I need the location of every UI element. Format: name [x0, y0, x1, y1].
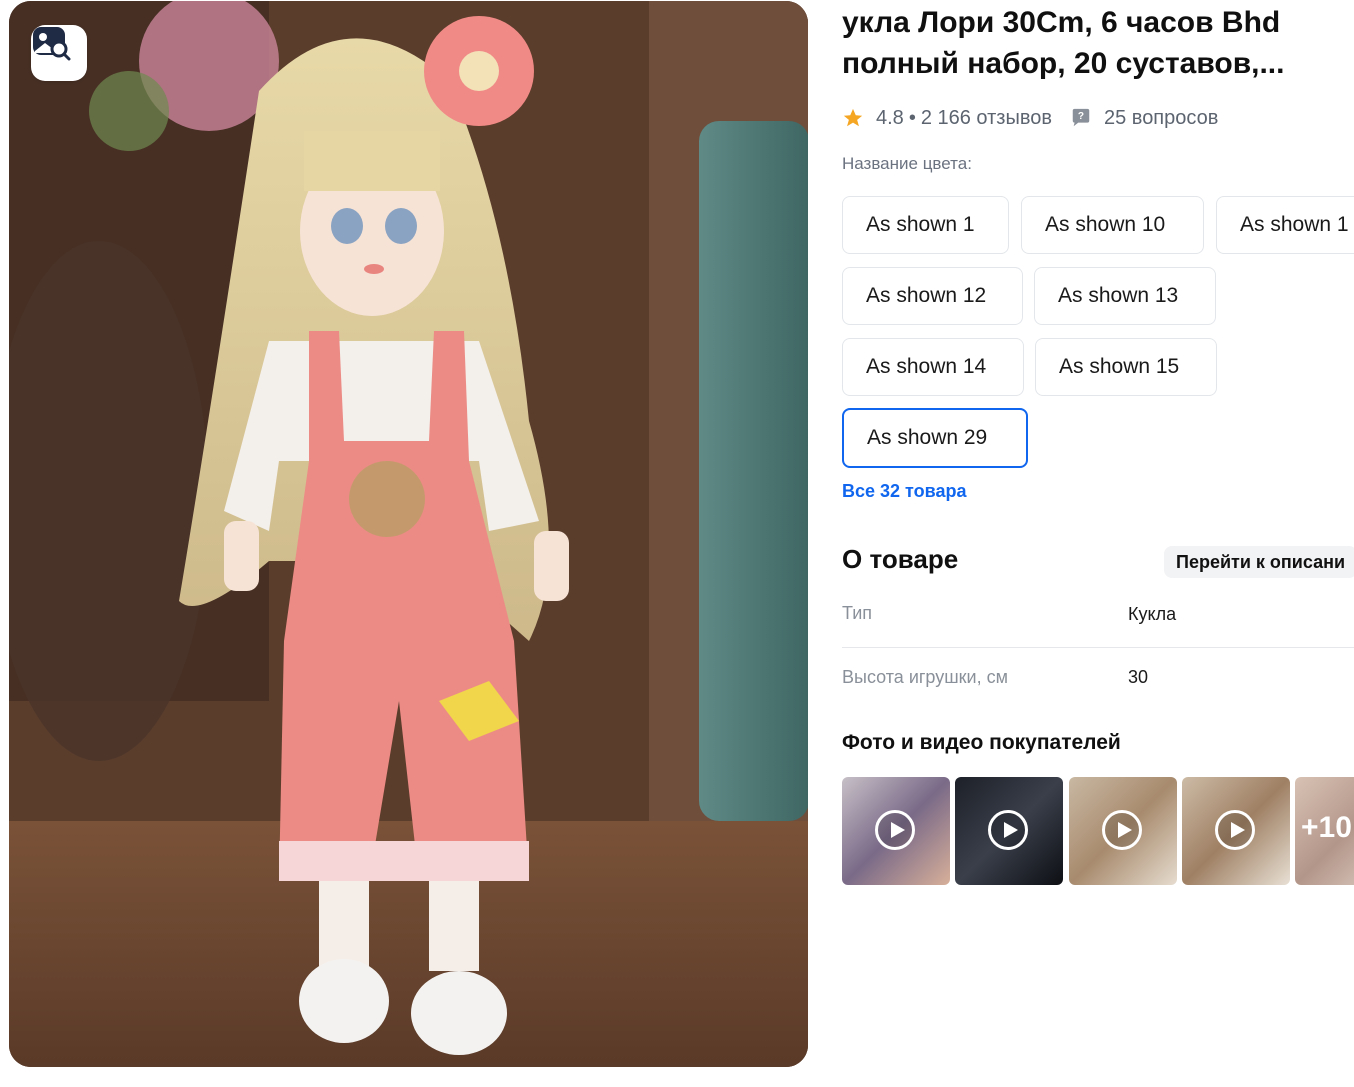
buyer-media-more[interactable]: +10: [1295, 777, 1354, 885]
product-title-line2: полный набор, 20 суставов,...: [842, 47, 1285, 80]
svg-text:?: ?: [1078, 111, 1084, 122]
play-icon: [1102, 810, 1142, 850]
product-title-line1: укла Лори 30Cm, 6 часов Bhd: [842, 6, 1281, 39]
all-products-link[interactable]: Все 32 товара: [842, 481, 966, 502]
play-icon: [988, 810, 1028, 850]
buyer-video-thumb[interactable]: [1182, 777, 1290, 885]
doll-illustration: [9, 1, 808, 1067]
spec-key: Тип: [842, 603, 873, 623]
color-option[interactable]: As shown 1: [1216, 196, 1354, 254]
buyer-video-thumb[interactable]: [1069, 777, 1177, 885]
spec-row: Высота игрушки, см 30: [842, 656, 1354, 712]
buyer-media-heading: Фото и видео покупателей: [842, 731, 1121, 754]
color-name-label: Название цвета:: [842, 154, 972, 173]
product-photo[interactable]: [9, 1, 808, 1067]
buyer-video-thumb[interactable]: [955, 777, 1063, 885]
color-option[interactable]: As shown 13: [1034, 267, 1216, 325]
play-icon: [875, 810, 915, 850]
color-option[interactable]: As shown 14: [842, 338, 1024, 396]
about-product-heading: О товаре: [842, 544, 959, 574]
rating-value[interactable]: 4.8: [876, 107, 904, 130]
reviews-link[interactable]: 2 166 отзывов: [921, 107, 1052, 130]
color-option[interactable]: As shown 15: [1035, 338, 1217, 396]
more-count: +10: [1301, 811, 1352, 844]
rating-separator: •: [908, 106, 916, 129]
spec-key: Высота игрушки, см: [842, 667, 1008, 687]
image-search-icon: [33, 27, 71, 61]
spec-value: 30: [1128, 667, 1149, 687]
product-title: укла Лори 30Cm, 6 часов Bhd полный набор…: [842, 2, 1342, 84]
product-info-panel: укла Лори 30Cm, 6 часов Bhd полный набор…: [842, 0, 1354, 1087]
buyer-video-thumb[interactable]: [842, 777, 950, 885]
questions-link[interactable]: 25 вопросов: [1104, 107, 1218, 130]
star-icon: [843, 108, 863, 127]
spec-row: Тип Кукла: [842, 592, 1354, 648]
question-bubble-icon: ?: [1072, 108, 1090, 127]
image-search-button[interactable]: [31, 25, 87, 81]
goto-description-button[interactable]: Перейти к описани: [1164, 546, 1354, 578]
spec-value: Кукла: [1128, 604, 1177, 624]
color-option[interactable]: As shown 1: [842, 196, 1009, 254]
color-option[interactable]: As shown 10: [1021, 196, 1204, 254]
color-option[interactable]: As shown 12: [842, 267, 1023, 325]
play-icon: [1215, 810, 1255, 850]
color-option-selected[interactable]: As shown 29: [842, 408, 1028, 468]
rating-row: 4.8 • 2 166 отзывов ? 25 вопросов: [842, 104, 1218, 132]
